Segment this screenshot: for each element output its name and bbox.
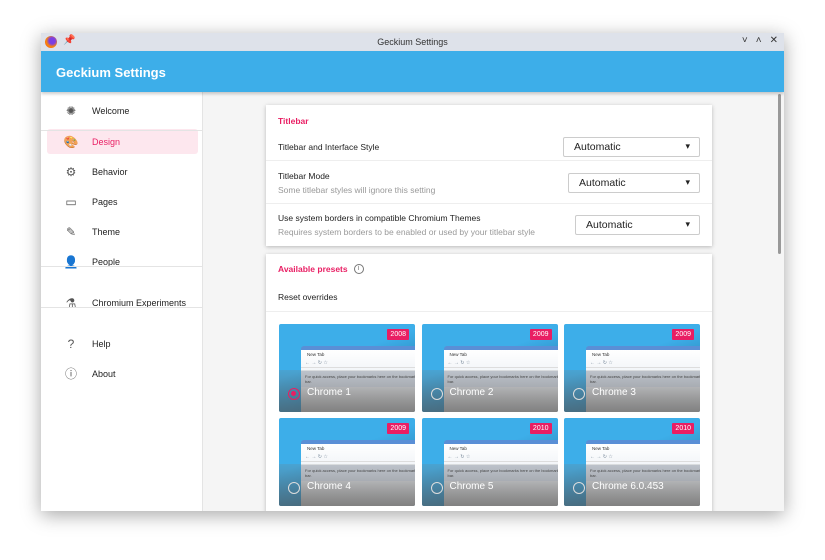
sidebar-item-help[interactable]: ? Help <box>47 331 198 356</box>
presets-heading: Available presets <box>278 264 348 274</box>
window-title: Geckium Settings <box>377 37 448 47</box>
minimize-button[interactable]: ˅ <box>742 35 748 46</box>
titlebar-card: Titlebar Titlebar and Interface Style Au… <box>266 105 712 246</box>
sidebar-item-label: About <box>92 368 116 379</box>
year-badge: 2009 <box>387 423 409 434</box>
sidebar-item-label: Welcome <box>92 105 130 116</box>
preset-radio[interactable] <box>573 388 585 400</box>
preset-radio[interactable] <box>288 482 300 494</box>
presets-card: Available presets i Reset overrides New … <box>266 254 712 511</box>
system-borders-select[interactable]: Automatic <box>575 215 700 235</box>
year-badge: 2010 <box>529 423 552 434</box>
preset-name: Chrome 6.0.453 <box>592 481 664 492</box>
sidebar-item-label: Behavior <box>92 166 128 177</box>
sidebar-icon: 🎨 <box>63 134 79 149</box>
preview-nav: ← → ↻ ☆ <box>301 359 415 368</box>
sidebar-item-about[interactable]: ⓘ About <box>47 361 198 386</box>
sidebar-icon: ✺ <box>65 103 77 118</box>
reset-overrides-button[interactable]: Reset overrides <box>278 292 338 302</box>
window: 📌 Geckium Settings ˅ ˄ ✕ Geckium Setting… <box>41 33 784 511</box>
main-content: Titlebar Titlebar and Interface Style Au… <box>204 92 784 511</box>
maximize-button[interactable]: ˄ <box>756 35 762 46</box>
preview-nav: ← → ↻ ☆ <box>443 359 558 368</box>
sidebar-item-welcome[interactable]: ✺ Welcome <box>47 98 198 123</box>
divider <box>41 266 203 267</box>
sidebar-item-design[interactable]: 🎨 Design <box>47 129 198 154</box>
sidebar-item-chromium-experiments[interactable]: ⚗ Chromium Experiments <box>47 290 198 315</box>
preview-tab: New Tab <box>592 446 610 451</box>
preview-tab: New Tab <box>449 352 467 357</box>
preset-radio[interactable] <box>430 388 443 400</box>
preset-name: Chrome 4 <box>307 481 351 492</box>
sidebar-item-label: Help <box>92 338 111 349</box>
preview-nav: ← → ↻ ☆ <box>586 359 700 368</box>
preset-name: Chrome 2 <box>449 387 494 398</box>
interface-style-select[interactable]: Automatic <box>563 137 700 157</box>
year-badge: 2008 <box>387 329 409 340</box>
setting-system-borders: Use system borders in compatible Chromiu… <box>266 204 712 246</box>
preset-radio[interactable] <box>573 482 585 494</box>
preview-nav: ← → ↻ ☆ <box>586 453 700 462</box>
preview-nav: ← → ↻ ☆ <box>443 453 558 462</box>
preset-tile[interactable]: New Tab← → ↻ ☆For quick access, place yo… <box>279 324 415 412</box>
preset-radio[interactable] <box>288 388 300 400</box>
preset-tile[interactable]: New Tab← → ↻ ☆For quick access, place yo… <box>421 324 558 412</box>
titlebar-mode-select[interactable]: Automatic <box>568 173 700 193</box>
preview-tab: New Tab <box>307 352 325 357</box>
setting-titlebar-mode: Titlebar Mode Some titlebar styles will … <box>266 162 712 204</box>
setting-interface-style: Titlebar and Interface Style Automatic <box>266 131 712 161</box>
sidebar-icon: ⚙ <box>65 164 77 179</box>
year-badge: 2009 <box>529 329 552 340</box>
titlebar-heading: Titlebar <box>278 116 309 126</box>
sidebar-icon: ▭ <box>65 194 77 209</box>
sidebar-item-label: Theme <box>92 226 121 237</box>
year-badge: 2010 <box>672 423 694 434</box>
preview-tab: New Tab <box>592 352 610 357</box>
sidebar-icon: ? <box>67 336 75 351</box>
preset-name: Chrome 1 <box>307 387 351 398</box>
sidebar-item-people[interactable]: 👤 People <box>47 249 198 274</box>
preset-tile[interactable]: New Tab← → ↻ ☆For quick access, place yo… <box>279 418 415 506</box>
sidebar-item-behavior[interactable]: ⚙ Behavior <box>47 159 198 184</box>
preset-name: Chrome 3 <box>592 387 636 398</box>
preview-nav: ← → ↻ ☆ <box>301 453 415 462</box>
sidebar: ✺ Welcome 🎨 Design ⚙ Behavior ▭ Pages ✎ Theme 👤 Peo… <box>41 92 203 511</box>
sidebar-item-theme[interactable]: ✎ Theme <box>47 219 198 244</box>
info-icon[interactable]: i <box>353 264 364 274</box>
scrollbar[interactable] <box>778 94 781 254</box>
sidebar-item-pages[interactable]: ▭ Pages <box>47 189 198 214</box>
preset-tile[interactable]: New Tab← → ↻ ☆For quick access, place yo… <box>421 418 558 506</box>
sidebar-icon: ⓘ <box>64 367 77 381</box>
app-header: Geckium Settings <box>41 51 784 92</box>
sidebar-item-label: Pages <box>92 196 118 207</box>
sidebar-item-label: Design <box>92 136 121 147</box>
preset-tile[interactable]: New Tab← → ↻ ☆For quick access, place yo… <box>564 324 700 412</box>
year-badge: 2009 <box>672 329 694 340</box>
divider <box>41 130 203 131</box>
sidebar-item-label: Chromium Experiments <box>92 297 187 308</box>
window-titlebar: 📌 Geckium Settings ˅ ˄ ✕ <box>41 33 784 51</box>
preset-name: Chrome 5 <box>449 481 494 492</box>
sidebar-icon: ✎ <box>65 224 77 239</box>
divider <box>41 307 203 308</box>
preview-tab: New Tab <box>307 446 325 451</box>
preview-tab: New Tab <box>449 446 467 451</box>
preset-radio[interactable] <box>430 482 443 494</box>
sidebar-item-label: People <box>92 256 121 267</box>
close-button[interactable]: ✕ <box>770 35 778 46</box>
preset-tile[interactable]: New Tab← → ↻ ☆For quick access, place yo… <box>564 418 700 506</box>
